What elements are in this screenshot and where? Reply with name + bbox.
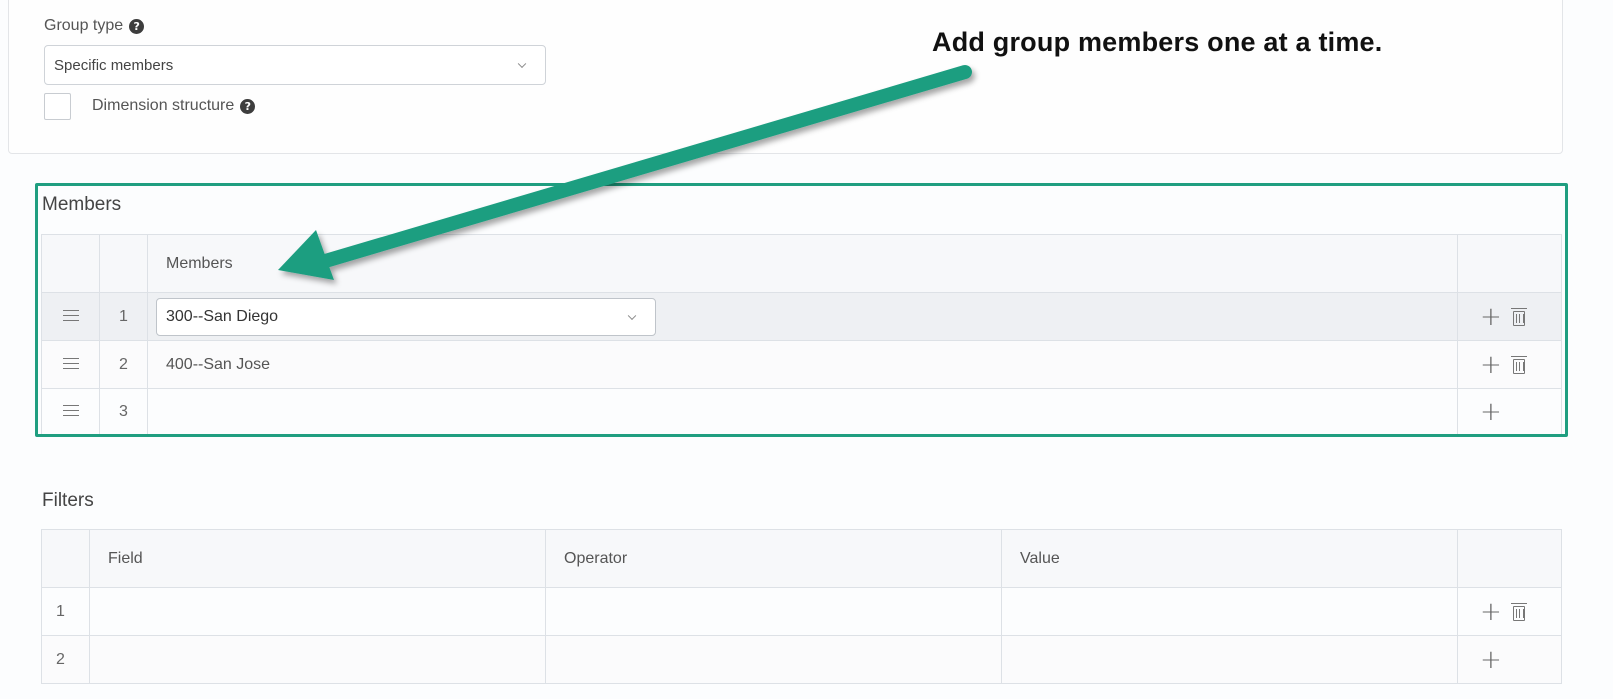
dimension-structure-label: Dimension structure xyxy=(92,97,235,114)
group-type-label-row: Group type ? xyxy=(44,17,145,35)
table-row[interactable]: 1 + xyxy=(41,587,1562,636)
value-column-header: Value xyxy=(1001,529,1458,588)
operator-column-header: Operator xyxy=(545,529,1002,588)
row-actions: + xyxy=(1457,635,1562,684)
members-highlight-box xyxy=(35,183,1568,437)
operator-cell[interactable] xyxy=(545,587,1002,636)
row-number: 2 xyxy=(41,635,90,684)
field-cell[interactable] xyxy=(89,635,546,684)
header-actions-cell xyxy=(1457,529,1562,588)
group-type-label: Group type xyxy=(44,17,124,34)
group-type-select[interactable]: Specific members xyxy=(44,45,546,85)
filters-header-row: Field Operator Value xyxy=(41,529,1562,588)
dimension-structure-label-row: Dimension structure ? xyxy=(92,97,256,115)
filters-section-title: Filters xyxy=(42,490,94,511)
row-number: 1 xyxy=(41,587,90,636)
dimension-structure-checkbox[interactable] xyxy=(44,93,71,120)
filters-table: Field Operator Value 1 + 2 + xyxy=(41,529,1562,684)
add-row-icon[interactable]: + xyxy=(1480,599,1502,625)
operator-cell[interactable] xyxy=(545,635,1002,684)
annotation-text: Add group members one at a time. xyxy=(932,27,1383,57)
value-cell[interactable] xyxy=(1001,635,1458,684)
field-cell[interactable] xyxy=(89,587,546,636)
group-type-selected-value: Specific members xyxy=(54,56,174,74)
question-circle-icon[interactable]: ? xyxy=(240,98,256,114)
value-cell[interactable] xyxy=(1001,587,1458,636)
field-column-header: Field xyxy=(89,529,546,588)
header-num-cell xyxy=(41,529,90,588)
table-row[interactable]: 2 + xyxy=(41,635,1562,684)
chevron-down-icon xyxy=(517,59,527,69)
add-row-icon[interactable]: + xyxy=(1480,647,1502,673)
question-circle-icon[interactable]: ? xyxy=(129,18,145,34)
trash-icon[interactable] xyxy=(1510,602,1527,621)
row-actions: + xyxy=(1457,587,1562,636)
